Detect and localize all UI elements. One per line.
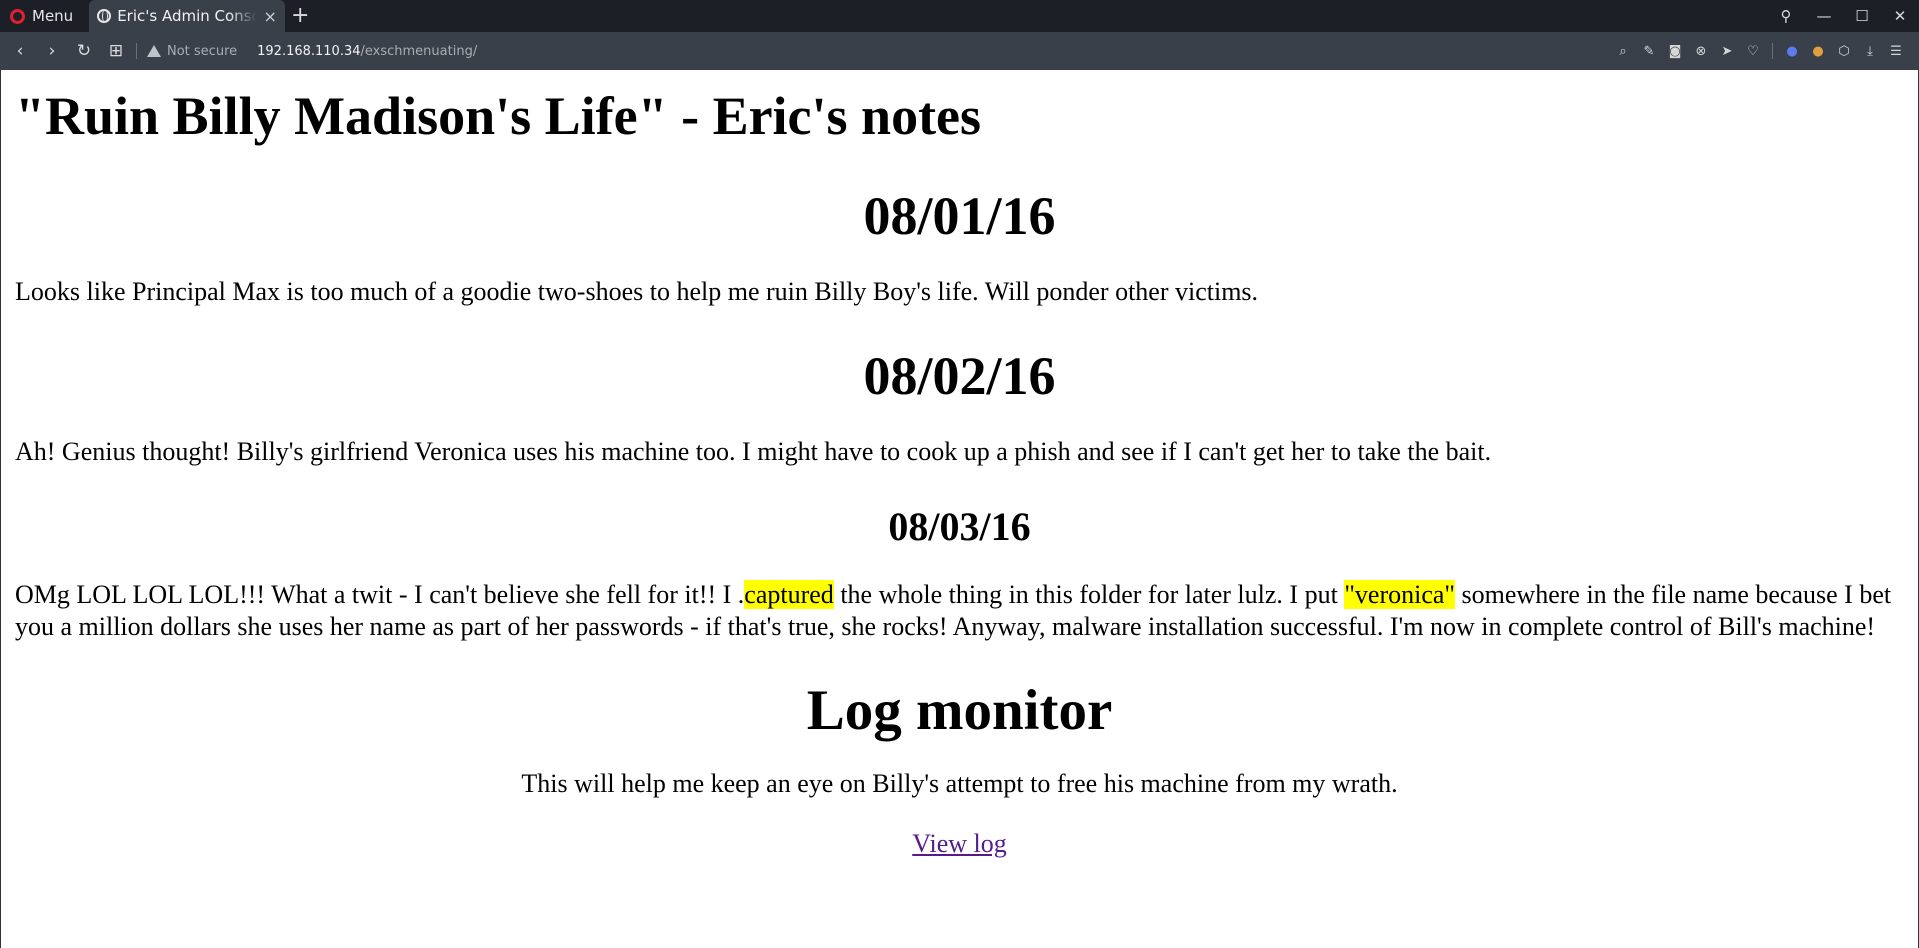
page-content: "Ruin Billy Madison's Life" - Eric's not… [0, 70, 1919, 948]
forward-icon[interactable]: › [36, 41, 68, 61]
opera-logo-icon [10, 8, 25, 24]
reload-icon[interactable]: ↻ [68, 41, 100, 61]
warning-icon [147, 45, 161, 57]
log-description: This will help me keep an eye on Billy's… [521, 769, 1398, 798]
maximize-icon[interactable]: ☐ [1843, 7, 1881, 25]
toolbar-extensions: ⌕ ✎ ◙ ⊗ ➤ ♡ ● ● ⬡ ⤓ ☰ [1610, 32, 1909, 70]
block-icon[interactable]: ⊗ [1688, 44, 1714, 59]
globe-icon [97, 9, 112, 23]
tab-grid-icon[interactable]: ⊞ [100, 41, 132, 61]
minimize-icon[interactable]: — [1805, 7, 1843, 25]
entry-date-3: 08/03/16 [888, 504, 1031, 549]
browser-tab-bar: Menu Eric's Admin Console × + ⚲ — ☐ ✕ [0, 0, 1919, 32]
new-tab-button[interactable]: + [285, 0, 315, 32]
url-host: 192.168.110.34 [257, 43, 361, 59]
heart-icon[interactable]: ♡ [1740, 44, 1766, 59]
cookie-icon[interactable]: ● [1805, 44, 1831, 59]
log-monitor-heading: Log monitor [806, 679, 1113, 742]
security-indicator[interactable]: Not secure [147, 44, 237, 59]
entry-text-3-part1: OMg LOL LOL LOL!!! What a twit - I can't… [15, 580, 745, 609]
extension-icon[interactable]: ● [1779, 44, 1805, 59]
highlight-veronica: "veronica" [1344, 580, 1456, 609]
address-toolbar: ‹ › ↻ ⊞ Not secure 192.168.110.34/exschm… [0, 32, 1919, 70]
tab-active[interactable]: Eric's Admin Console × [89, 0, 286, 32]
send-icon[interactable]: ➤ [1714, 44, 1740, 59]
highlight-captured: captured [744, 580, 834, 609]
not-secure-label: Not secure [167, 43, 238, 59]
url-path: /exschmenuating/ [360, 43, 478, 59]
edit-icon[interactable]: ✎ [1636, 44, 1662, 59]
entry-date-2: 08/02/16 [863, 346, 1056, 406]
window-controls: ⚲ — ☐ ✕ [1767, 0, 1919, 32]
easy-setup-icon[interactable]: ☰ [1883, 44, 1909, 59]
menu-label: Menu [32, 7, 74, 25]
search-tabs-icon[interactable]: ⚲ [1767, 7, 1805, 25]
back-icon[interactable]: ‹ [4, 41, 36, 61]
entry-date-1: 08/01/16 [863, 186, 1056, 246]
entry-text-3: OMg LOL LOL LOL!!! What a twit - I can't… [15, 579, 1904, 643]
tab-title: Eric's Admin Console [117, 7, 258, 25]
zoom-icon[interactable]: ⌕ [1610, 44, 1636, 59]
cube-icon[interactable]: ⬡ [1831, 44, 1857, 59]
url-field[interactable]: 192.168.110.34/exschmenuating/ [257, 44, 477, 59]
toolbar-divider [136, 43, 137, 59]
entry-text-1: Looks like Principal Max is too much of … [15, 277, 1259, 306]
entry-text-3-part2: the whole thing in this folder for later… [833, 580, 1345, 609]
opera-menu-button[interactable]: Menu [0, 0, 85, 32]
tab-close-icon[interactable]: × [263, 7, 277, 26]
view-log-container: View log [15, 828, 1904, 864]
view-log-link[interactable]: View log [912, 829, 1006, 858]
page-title: "Ruin Billy Madison's Life" - Eric's not… [15, 86, 982, 146]
toolbar-divider [1772, 43, 1773, 59]
download-icon[interactable]: ⤓ [1857, 44, 1883, 59]
entry-text-2: Ah! Genius thought! Billy's girlfriend V… [15, 437, 1492, 466]
camera-icon[interactable]: ◙ [1662, 44, 1688, 59]
close-window-icon[interactable]: ✕ [1881, 7, 1919, 25]
